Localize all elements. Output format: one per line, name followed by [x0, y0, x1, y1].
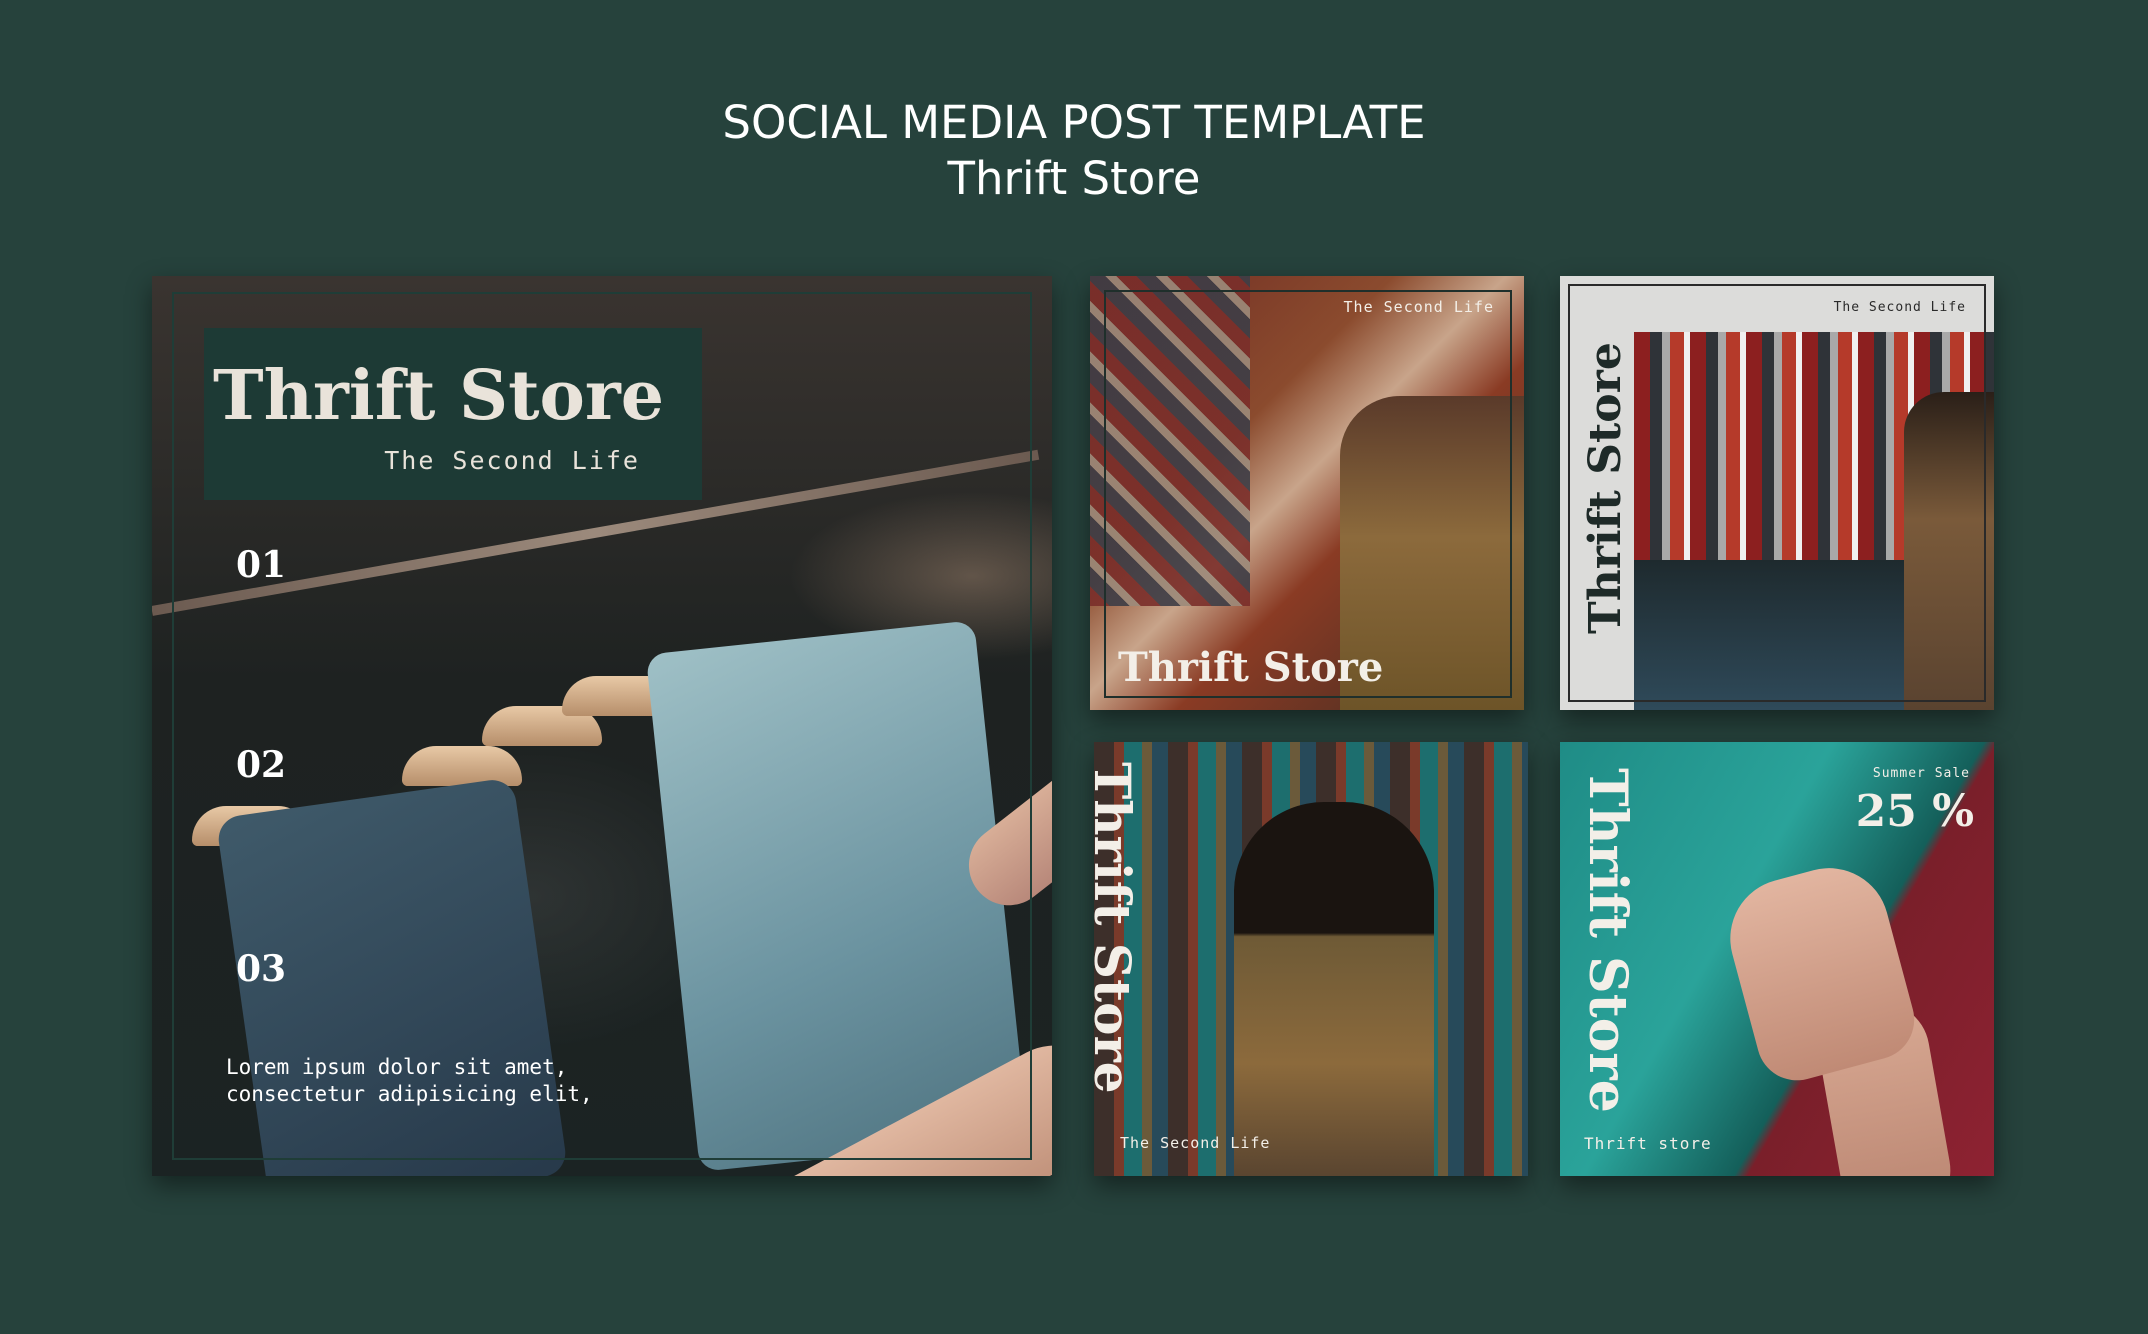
- post-card-bottom-middle: Thrift Store The Second Life: [1094, 742, 1528, 1176]
- bearded-man: [1234, 802, 1434, 1176]
- list-number: 02: [236, 744, 287, 786]
- page-header: SOCIAL MEDIA POST TEMPLATE Thrift Store: [0, 96, 2148, 208]
- shirt-rack-photo: [1094, 742, 1528, 1176]
- list-number: 03: [236, 948, 287, 990]
- header-subtitle: Thrift Store: [947, 152, 1201, 205]
- card-tagline: The Second Life: [1343, 298, 1494, 316]
- card-tagline: The Second Life: [1120, 1134, 1271, 1152]
- discount-value: 25 %: [1855, 786, 1974, 837]
- card-title: Thrift Store: [1118, 644, 1384, 691]
- inner-frame: [1104, 290, 1512, 698]
- post-card-top-right: The Second Life Thrift Store: [1560, 276, 1994, 710]
- list-number: 01: [236, 544, 287, 586]
- body-line: consectetur adipisicing elit,: [226, 1082, 593, 1106]
- card-title: Thrift Store: [213, 356, 664, 436]
- card-subtitle: The Second Life: [384, 446, 640, 475]
- card-tagline: Thrift store: [1584, 1134, 1712, 1153]
- body-line: Lorem ipsum dolor sit amet,: [226, 1055, 568, 1079]
- sale-label: Summer Sale: [1872, 766, 1970, 781]
- card-title-vertical: Thrift Store: [1094, 762, 1142, 1094]
- post-card-large: Thrift Store The Second Life 01 02 03 Lo…: [152, 276, 1052, 1176]
- tattooed-hand: [1716, 854, 1924, 1090]
- title-box: Thrift Store The Second Life: [204, 328, 702, 500]
- card-tagline: The Second Life: [1833, 300, 1966, 315]
- card-title-vertical: Thrift Store: [1580, 342, 1631, 634]
- post-card-bottom-right: Thrift Store Summer Sale 25 % Thrift sto…: [1560, 742, 1994, 1176]
- card-title-vertical: Thrift Store: [1577, 768, 1638, 1113]
- body-text: Lorem ipsum dolor sit amet, consectetur …: [226, 1054, 626, 1108]
- post-card-top-middle: The Second Life Thrift Store: [1090, 276, 1524, 710]
- header-title: SOCIAL MEDIA POST TEMPLATE: [722, 96, 1426, 149]
